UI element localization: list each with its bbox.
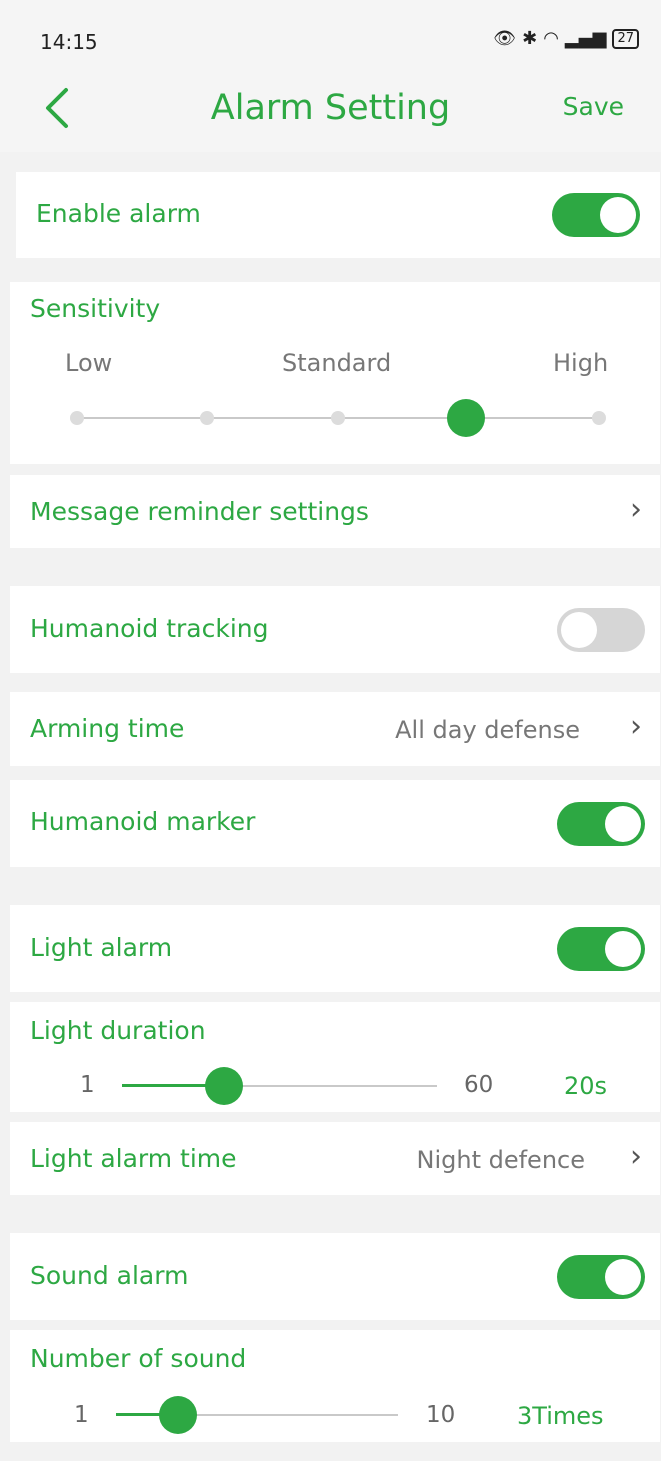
humanoid-marker-toggle[interactable] <box>557 802 645 846</box>
enable-alarm-toggle[interactable] <box>552 193 640 237</box>
number-of-sound-label: Number of sound <box>30 1344 247 1373</box>
number-of-sound-min: 1 <box>74 1402 89 1428</box>
light-alarm-time-value: Night defence <box>416 1146 586 1174</box>
wifi-icon: ◠ <box>543 28 559 49</box>
light-duration-min: 1 <box>80 1072 95 1098</box>
status-time: 14:15 <box>40 30 98 54</box>
status-icons: 👁 ✱ ◠ ▂▄▆ 27 <box>493 28 639 49</box>
light-duration-value: 20s <box>564 1072 608 1100</box>
chevron-right-icon: › <box>630 709 642 744</box>
humanoid-tracking-toggle[interactable] <box>557 608 645 652</box>
sensitivity-step-3[interactable] <box>331 411 345 425</box>
number-of-sound-section: Number of sound 1 10 3Times <box>10 1330 660 1442</box>
humanoid-marker-row: Humanoid marker <box>10 780 660 867</box>
sensitivity-label: Sensitivity <box>30 294 161 323</box>
enable-alarm-row: Enable alarm <box>16 172 660 258</box>
enable-alarm-label: Enable alarm <box>36 199 201 228</box>
sound-alarm-row: Sound alarm <box>10 1233 660 1320</box>
sensitivity-thumb[interactable] <box>447 399 485 437</box>
light-alarm-time-row[interactable]: Light alarm time Night defence › <box>10 1122 660 1195</box>
humanoid-tracking-row: Humanoid tracking <box>10 586 660 673</box>
sensitivity-step-5[interactable] <box>592 411 606 425</box>
signal-icon: ▂▄▆ <box>564 28 607 49</box>
light-duration-section: Light duration 1 60 20s <box>10 1002 660 1112</box>
arming-time-label: Arming time <box>30 714 185 743</box>
bluetooth-icon: ✱ <box>522 28 538 49</box>
humanoid-marker-label: Humanoid marker <box>30 807 256 836</box>
light-alarm-label: Light alarm <box>30 933 173 962</box>
number-of-sound-value: 3Times <box>517 1402 604 1430</box>
light-duration-thumb[interactable] <box>205 1067 243 1105</box>
number-of-sound-max: 10 <box>426 1402 456 1428</box>
battery-icon: 27 <box>612 28 639 49</box>
light-alarm-toggle[interactable] <box>557 927 645 971</box>
status-bar: 14:15 👁 ✱ ◠ ▂▄▆ 27 <box>0 0 661 80</box>
save-button[interactable]: Save <box>563 92 624 121</box>
sensitivity-step-1[interactable] <box>70 411 84 425</box>
sound-alarm-label: Sound alarm <box>30 1261 189 1290</box>
humanoid-tracking-label: Humanoid tracking <box>30 614 269 643</box>
light-alarm-time-label: Light alarm time <box>30 1144 237 1173</box>
sound-alarm-toggle[interactable] <box>557 1255 645 1299</box>
sensitivity-low-label: Low <box>65 349 113 377</box>
chevron-right-icon: › <box>630 492 642 527</box>
light-alarm-row: Light alarm <box>10 905 660 992</box>
sensitivity-standard-label: Standard <box>282 349 392 377</box>
light-duration-label: Light duration <box>30 1016 206 1045</box>
message-reminder-row[interactable]: Message reminder settings › <box>10 475 660 548</box>
number-of-sound-thumb[interactable] <box>159 1396 197 1434</box>
eye-icon: 👁 <box>493 28 517 49</box>
light-duration-max: 60 <box>464 1072 494 1098</box>
arming-time-row[interactable]: Arming time All day defense › <box>10 692 660 766</box>
arming-time-value: All day defense <box>395 716 580 744</box>
sensitivity-step-2[interactable] <box>200 411 214 425</box>
chevron-right-icon: › <box>630 1139 642 1174</box>
message-reminder-label: Message reminder settings <box>30 497 369 526</box>
header: Alarm Setting Save <box>0 70 661 152</box>
sensitivity-high-label: High <box>553 349 609 377</box>
sensitivity-section: Sensitivity Low Standard High <box>10 282 660 464</box>
